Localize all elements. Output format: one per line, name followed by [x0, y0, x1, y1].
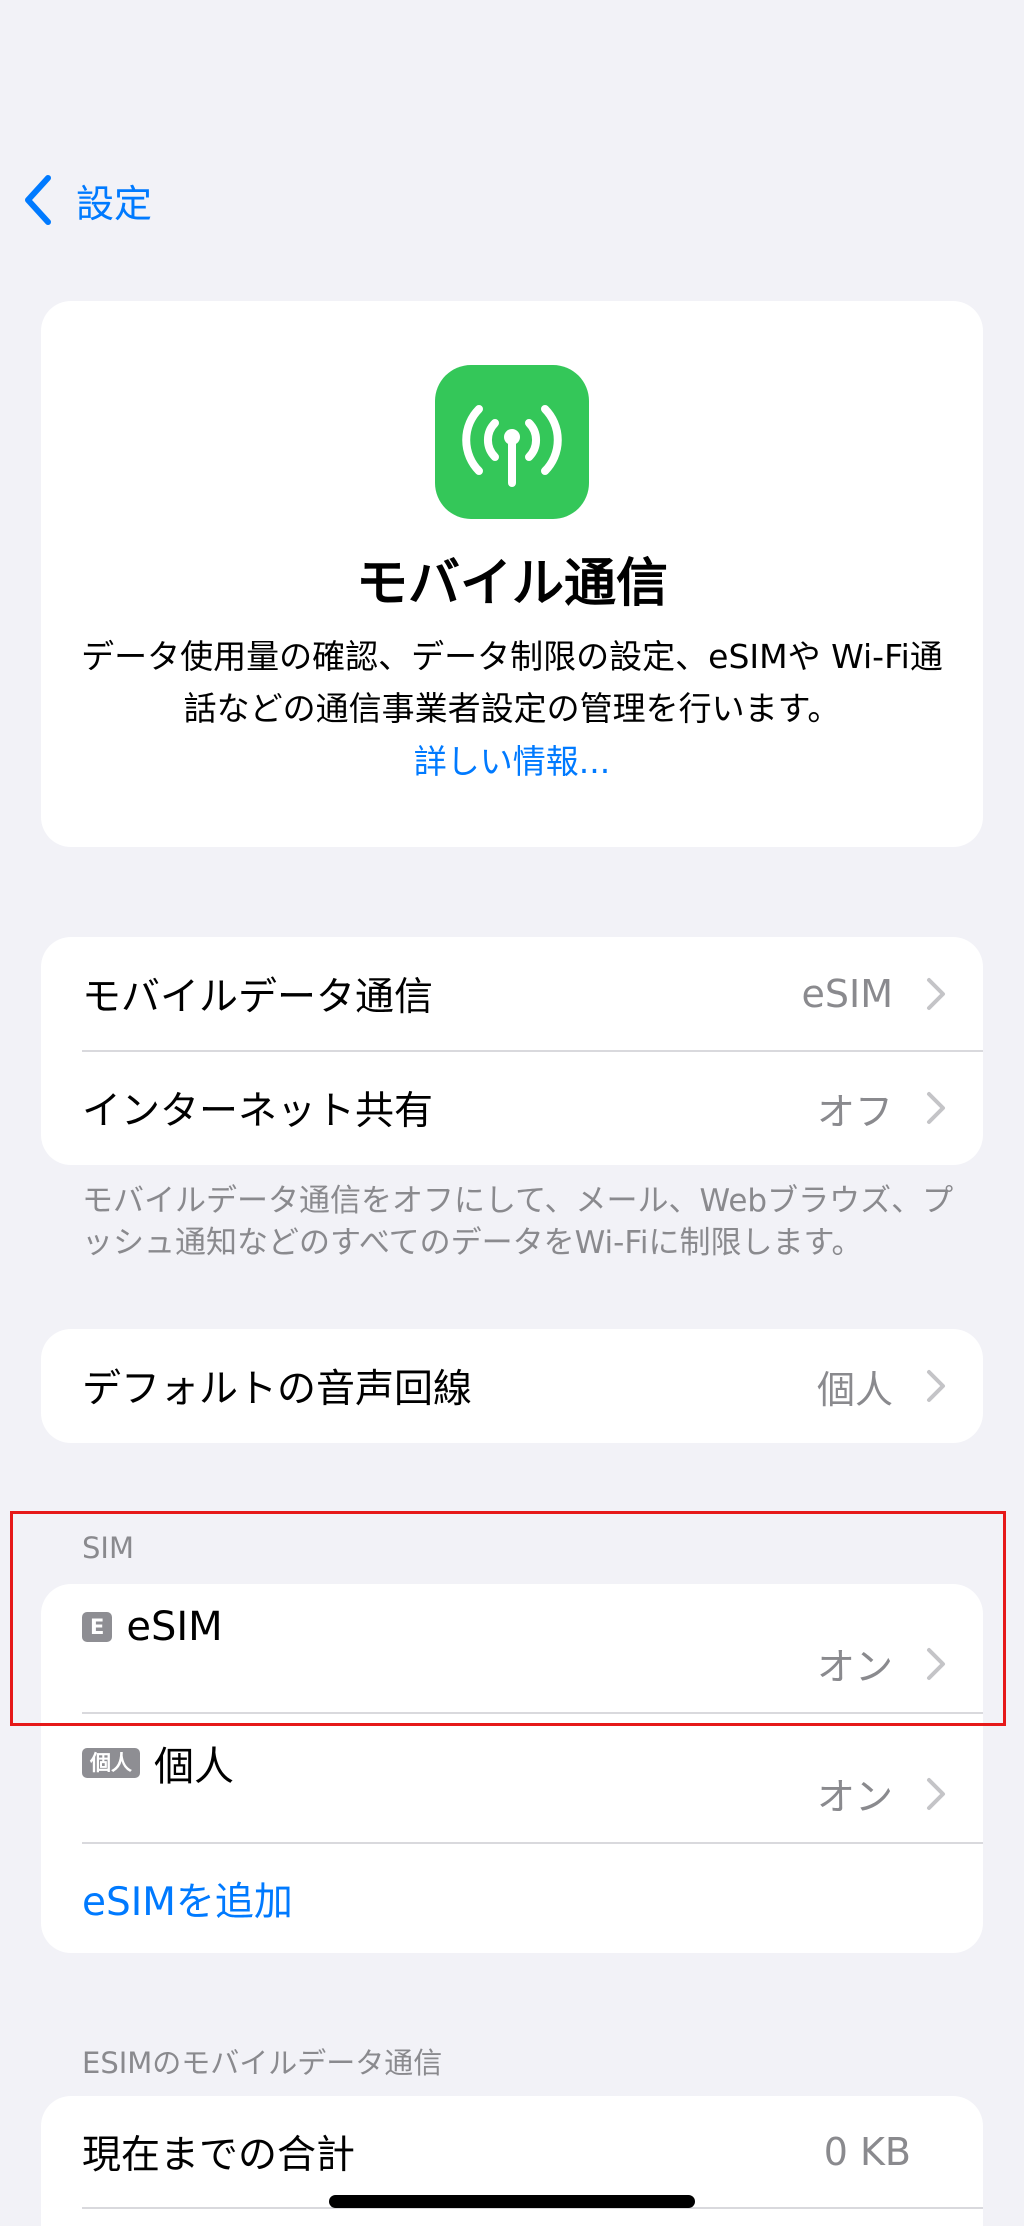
row-label: モバイルデータ通信 [82, 975, 434, 1020]
chevron-right-icon [927, 978, 945, 1010]
personal-hotspot-row[interactable]: インターネット共有 オフ [41, 1051, 983, 1165]
cellular-data-row[interactable]: モバイルデータ通信 eSIM [41, 937, 983, 1051]
cellular-data-footnote: モバイルデータ通信をオフにして、メール、Webブラウズ、プッシュ通知などのすべて… [82, 1183, 954, 1261]
usage-section-header: ESIMのモバイルデータ通信 [82, 2046, 443, 2080]
chevron-right-icon [927, 1092, 945, 1124]
learn-more-link[interactable]: 詳しい情報... [41, 735, 983, 783]
row-value: eSIM [801, 972, 894, 1016]
sim-line-personal-row[interactable]: 個人 個人 オン [41, 1714, 983, 1843]
data-settings-group: モバイルデータ通信 eSIM インターネット共有 オフ [41, 937, 983, 1165]
current-period-total-row: 現在までの合計 0 KB [41, 2096, 983, 2208]
row-label: 現在までの合計 [82, 2133, 356, 2178]
cellular-info-card: モバイル通信 データ使用量の確認、データ制限の設定、eSIMや Wi-Fi通話な… [41, 301, 983, 847]
antenna-radiowaves-icon [435, 365, 589, 519]
default-voice-line-row[interactable]: デフォルトの音声回線 個人 [41, 1329, 983, 1443]
back-button[interactable]: 設定 [20, 168, 152, 232]
page-title: モバイル通信 [355, 554, 668, 614]
esim-highlight-box [10, 1511, 1006, 1726]
line-status: オン [816, 1775, 893, 1819]
line-badge: 個人 [82, 1748, 140, 1778]
row-value: オフ [816, 1089, 893, 1134]
chevron-right-icon [927, 1370, 945, 1402]
row-label: インターネット共有 [82, 1089, 434, 1134]
chevron-right-icon [927, 1778, 945, 1810]
add-esim-button[interactable]: eSIMを追加 [82, 1871, 293, 1927]
row-value: 個人 [816, 1367, 893, 1412]
line-name: 個人 [154, 1744, 234, 1790]
row-value: 0 KB [823, 2130, 911, 2174]
back-label: 設定 [76, 181, 153, 226]
voice-line-group: デフォルトの音声回線 個人 [41, 1329, 983, 1443]
chevron-left-icon [25, 175, 51, 225]
row-label: デフォルトの音声回線 [82, 1367, 473, 1412]
add-esim-row[interactable]: eSIMを追加 [41, 1844, 983, 1953]
home-indicator[interactable] [329, 2195, 695, 2208]
header-description: データ使用量の確認、データ制限の設定、eSIMや Wi-Fi通話などの通信事業者… [81, 637, 943, 728]
cellular-settings-page: 設定 モバイル通信 データ使用量の確認、データ制限の設定、eSIMや Wi-Fi… [0, 0, 1024, 2226]
